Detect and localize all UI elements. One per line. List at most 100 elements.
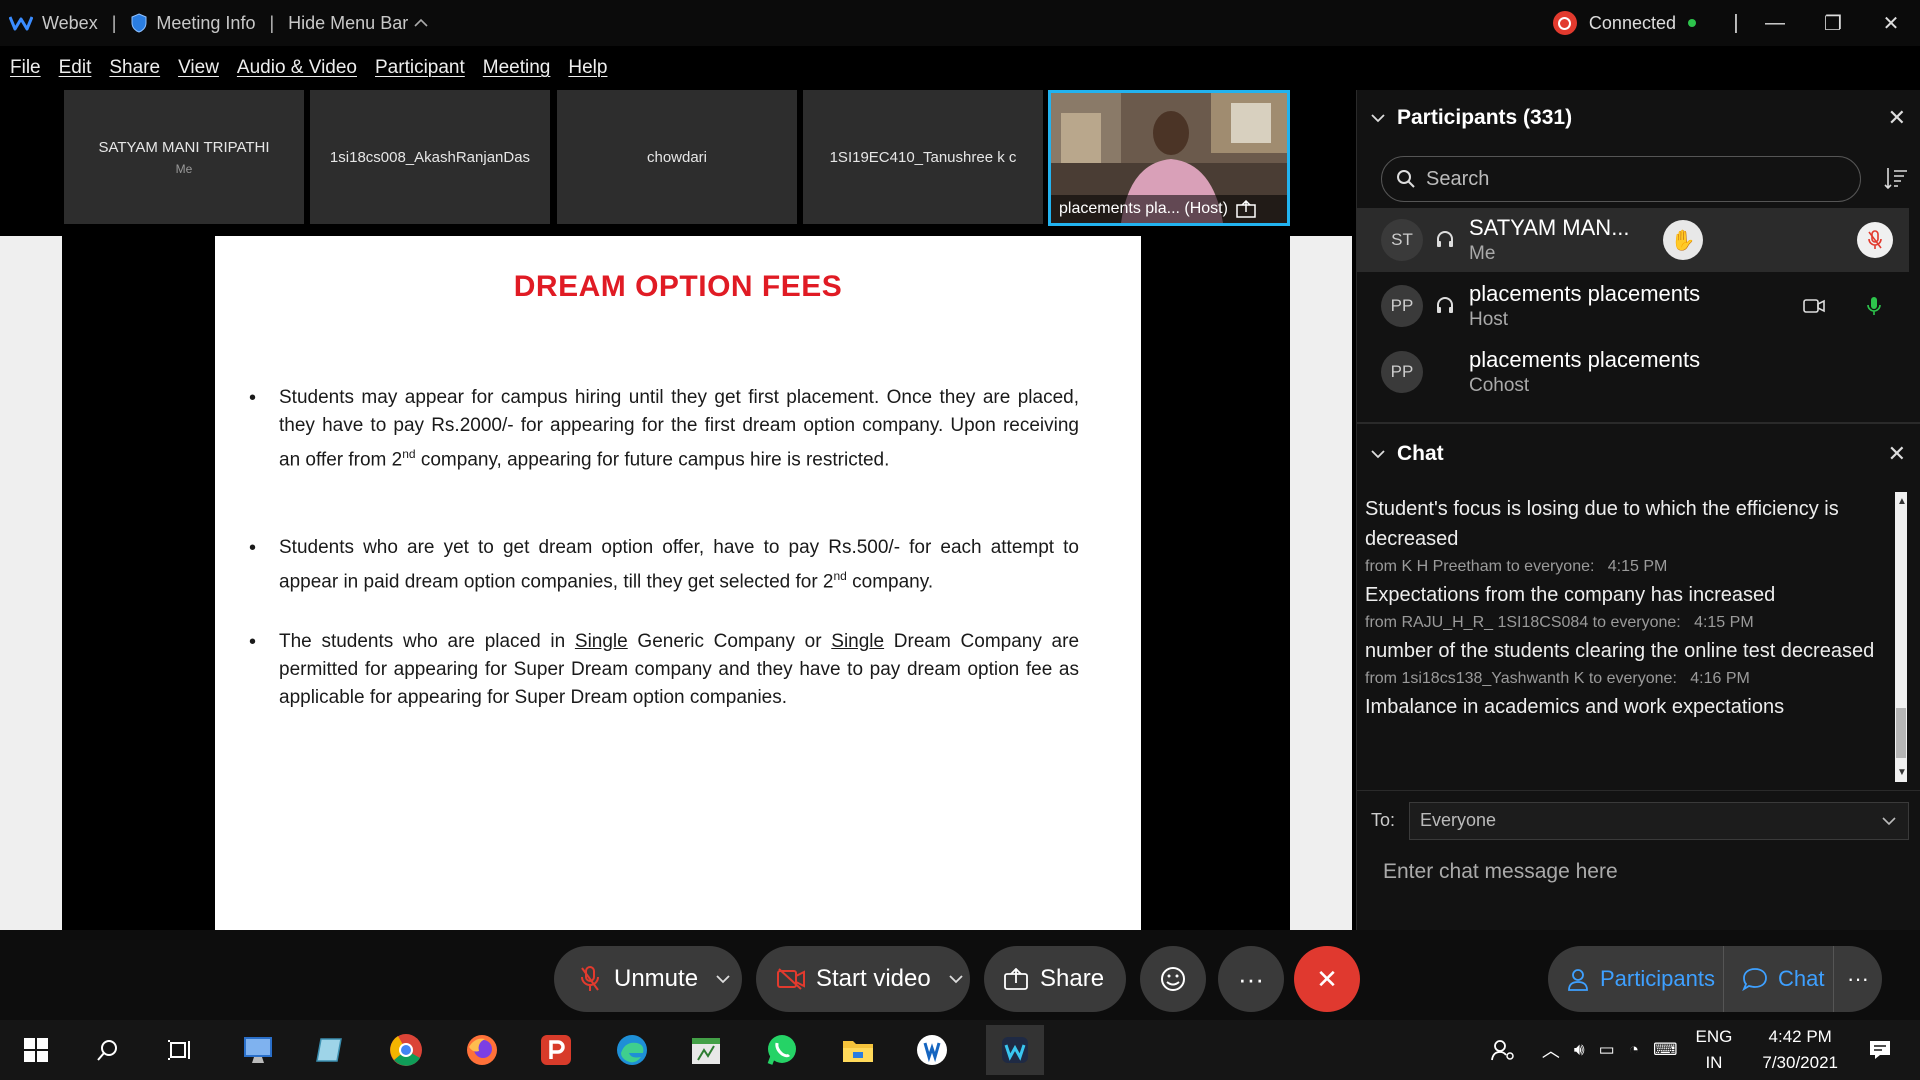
panel-more-icon[interactable]: ···: [1834, 966, 1882, 992]
avatar: ST: [1381, 219, 1423, 261]
chat-header[interactable]: Chat ✕: [1357, 426, 1920, 482]
battery-icon[interactable]: ▭: [1599, 1040, 1615, 1060]
headset-icon: [1437, 297, 1453, 313]
chat-scrollbar[interactable]: ▲ ▼: [1895, 492, 1907, 782]
menu-view[interactable]: View: [178, 57, 219, 79]
windows-taskbar: ︿ 🔊︎ ▭ ◔ ⌨ ENG IN 4:42 PM 7/30/2021: [0, 1020, 1920, 1080]
windows-start-icon[interactable]: [16, 1030, 56, 1070]
chat-message-meta: from K H Preetham to everyone: 4:15 PM: [1365, 558, 1668, 575]
search-icon: [1397, 170, 1415, 188]
restore-icon[interactable]: ❐: [1804, 11, 1862, 36]
app-icon[interactable]: [912, 1030, 952, 1070]
system-tray: ︿ 🔊︎ ▭ ◔ ⌨ ENG IN 4:42 PM 7/30/2021: [1490, 1020, 1920, 1080]
separator: |: [1733, 11, 1739, 34]
menu-edit[interactable]: Edit: [59, 57, 92, 79]
firefox-icon[interactable]: [462, 1030, 502, 1070]
avatar: PP: [1381, 285, 1423, 327]
video-tile-chowdari[interactable]: chowdari: [557, 90, 797, 224]
video-tile-host[interactable]: placements pla... (Host): [1048, 90, 1290, 226]
leave-meeting-icon[interactable]: ✕: [1294, 946, 1360, 1012]
recipient-select[interactable]: Everyone: [1409, 801, 1910, 840]
muted-mic-icon[interactable]: [1857, 222, 1893, 258]
panel-divider: [1357, 422, 1920, 424]
chevron-up-icon[interactable]: ︿: [1542, 1037, 1560, 1063]
language-indicator[interactable]: ENG IN: [1696, 1024, 1733, 1076]
chevron-down-icon[interactable]: [1371, 447, 1385, 461]
recording-icon[interactable]: [1552, 11, 1577, 35]
meeting-controls: Unmute Start video Share ··· ✕ Participa…: [0, 930, 1920, 1020]
calendar-app-icon[interactable]: [686, 1030, 726, 1070]
chrome-icon[interactable]: [386, 1030, 426, 1070]
slide-bullet-3: The students who are placed in Single Ge…: [249, 628, 1079, 712]
chevron-up-icon: [414, 18, 428, 27]
participant-row[interactable]: PP placements placements Cohost: [1357, 340, 1909, 404]
sort-list-icon[interactable]: [1884, 166, 1908, 190]
whatsapp-icon[interactable]: [762, 1030, 802, 1070]
chat-toggle-button[interactable]: Chat: [1724, 946, 1834, 1012]
menu-audio-video[interactable]: Audio & Video: [237, 57, 357, 79]
notes-app-icon[interactable]: [310, 1030, 350, 1070]
participant-row[interactable]: PP placements placements Host: [1357, 274, 1909, 338]
menu-help[interactable]: Help: [568, 57, 607, 79]
unmute-button[interactable]: Unmute: [554, 946, 742, 1012]
panel-toggle-group: Participants Chat ···: [1548, 946, 1882, 1012]
close-participants-icon[interactable]: ✕: [1888, 105, 1906, 131]
close-window-icon[interactable]: ✕: [1862, 11, 1920, 36]
video-tile-satyam[interactable]: SATYAM MANI TRIPATHI Me: [64, 90, 304, 224]
minimize-icon[interactable]: —: [1746, 12, 1804, 35]
participant-row[interactable]: ST SATYAM MAN... Me ✋: [1357, 208, 1909, 272]
participants-header[interactable]: Participants (331) ✕: [1357, 90, 1920, 146]
meeting-info-button[interactable]: Meeting Info: [130, 13, 255, 34]
chat-message-text: Expectations from the company has increa…: [1365, 584, 1776, 606]
menu-participant[interactable]: Participant: [375, 57, 465, 79]
hide-menu-bar-label: Hide Menu Bar: [288, 12, 409, 33]
chat-input[interactable]: Enter chat message here: [1383, 860, 1618, 884]
menu-share[interactable]: Share: [109, 57, 160, 79]
menu-meeting[interactable]: Meeting: [483, 57, 551, 79]
muted-mic-icon: [581, 966, 599, 991]
participant-name: placements placements: [1469, 281, 1701, 306]
edge-icon[interactable]: [612, 1030, 652, 1070]
share-button[interactable]: Share: [984, 946, 1126, 1012]
more-options-icon[interactable]: ···: [1218, 946, 1284, 1012]
chat-bubble-icon: [1742, 968, 1767, 991]
chat-messages: Student's focus is losing due to which t…: [1365, 494, 1885, 722]
share-badge-icon: [1236, 200, 1256, 218]
presentation-app-icon[interactable]: [536, 1030, 576, 1070]
video-tile-tanushree[interactable]: 1SI19EC410_Tanushree k c: [803, 90, 1043, 224]
reactions-icon[interactable]: [1140, 946, 1206, 1012]
menu-file[interactable]: File: [10, 57, 41, 79]
keyboard-icon[interactable]: ⌨: [1653, 1040, 1678, 1060]
shared-slide: DREAM OPTION FEES Students may appear fo…: [215, 236, 1141, 930]
participant-role: Cohost: [1469, 375, 1530, 396]
video-tile-akash[interactable]: 1si18cs008_AkashRanjanDas: [310, 90, 550, 224]
search-icon[interactable]: [88, 1030, 128, 1070]
participants-toggle-button[interactable]: Participants: [1548, 946, 1724, 1012]
desktop-app-icon[interactable]: [238, 1030, 278, 1070]
webex-taskbar-icon[interactable]: [986, 1025, 1044, 1075]
people-icon[interactable]: [1490, 1038, 1516, 1062]
side-panel: Participants (331) ✕ Search ST SATYAM MA…: [1356, 90, 1920, 930]
clock[interactable]: 4:42 PM 7/30/2021: [1762, 1024, 1838, 1076]
chat-title: Chat: [1397, 442, 1444, 465]
menu-bar: File Edit Share View Audio & Video Parti…: [0, 50, 1920, 86]
close-chat-icon[interactable]: ✕: [1888, 441, 1906, 467]
wifi-icon[interactable]: ◔: [1629, 1040, 1639, 1060]
share-icon: [1004, 968, 1028, 990]
raise-hand-icon[interactable]: ✋: [1663, 220, 1703, 260]
chevron-down-icon[interactable]: [949, 974, 963, 984]
hide-menu-bar-button[interactable]: Hide Menu Bar: [288, 13, 428, 34]
task-view-icon[interactable]: [160, 1030, 200, 1070]
slide-title: DREAM OPTION FEES: [513, 270, 843, 303]
start-video-button[interactable]: Start video: [756, 946, 970, 1012]
video-strip: SATYAM MANI TRIPATHI Me 1si18cs008_Akash…: [0, 90, 1356, 226]
share-label: Share: [1040, 965, 1105, 992]
participant-search-input[interactable]: Search: [1381, 156, 1861, 202]
notifications-icon[interactable]: [1868, 1038, 1892, 1062]
chevron-down-icon[interactable]: [1371, 111, 1385, 125]
chevron-down-icon[interactable]: [716, 974, 730, 984]
speaker-icon[interactable]: 🔊︎: [1574, 1040, 1585, 1060]
video-camera-icon: [1803, 299, 1825, 313]
file-explorer-icon[interactable]: [838, 1030, 878, 1070]
chat-message-meta: from RAJU_H_R_ 1SI18CS084 to everyone: 4…: [1365, 614, 1754, 631]
